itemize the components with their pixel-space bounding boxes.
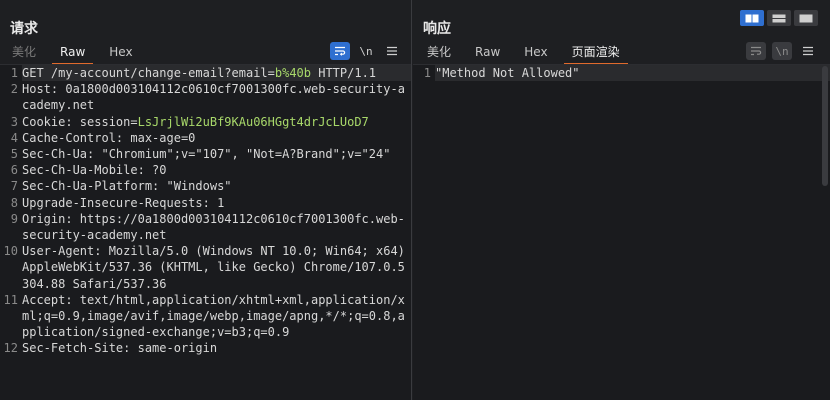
- code-line: 5 Sec-Ch-Ua: "Chromium";v="107", "Not=A?B…: [0, 146, 411, 162]
- code-line: 2 Host: 0a1800d003104112c0610cf7001300fc.…: [0, 81, 411, 113]
- response-tabs: 美化 Raw Hex 页面渲染: [415, 42, 632, 65]
- line-number: 6: [10, 163, 18, 178]
- request-lines: 1 GET /my-account/change-email?email=b%40…: [0, 65, 411, 357]
- code-token: Accept:: [22, 292, 80, 307]
- show-newlines-button[interactable]: \n: [356, 42, 376, 60]
- request-tabs: 美化 Raw Hex: [0, 42, 145, 65]
- code-token: User-Agent: Mozilla/5.0 (Windows NT 10.0…: [22, 244, 405, 291]
- response-scrollbar[interactable]: [822, 66, 828, 186]
- line-text: Sec-Ch-Ua-Mobile: ?0: [22, 162, 411, 178]
- code-line: 1 GET /my-account/change-email?email=b%40…: [0, 65, 411, 82]
- line-text: Accept: text/html,application/xhtml+xml,…: [22, 292, 411, 341]
- response-pane: 响应 美化 Raw Hex 页面渲染 \n 1 "Method Not Allo…: [413, 0, 830, 400]
- tab-hex[interactable]: Hex: [512, 42, 559, 62]
- wrap-lines-icon[interactable]: [330, 42, 350, 60]
- code-line: 11 Accept: text/html,application/xhtml+xm…: [0, 292, 411, 341]
- layout-switch: [740, 10, 818, 26]
- tab-pretty[interactable]: 美化: [415, 42, 463, 62]
- show-newlines-button[interactable]: \n: [772, 42, 792, 60]
- code-token: Origin:: [22, 211, 80, 226]
- stacked-layout-icon[interactable]: [767, 10, 791, 26]
- line-number: 12: [3, 341, 18, 356]
- code-token: Upgrade-Insecure-Requests: 1: [22, 195, 225, 210]
- tab-raw[interactable]: Raw: [48, 42, 97, 65]
- line-number: 10: [3, 244, 18, 259]
- line-text: User-Agent: Mozilla/5.0 (Windows NT 10.0…: [22, 243, 411, 292]
- code-line: 6 Sec-Ch-Ua-Mobile: ?0: [0, 162, 411, 178]
- code-token: Sec-Fetch-Site: same-origin: [22, 341, 218, 356]
- line-text: GET /my-account/change-email?email=b%40b…: [22, 65, 411, 82]
- code-token: 0a1800d003104112c0610cf7001300fc.web-sec…: [22, 82, 405, 113]
- single-pane-layout-icon[interactable]: [794, 10, 818, 26]
- code-line: 1 "Method Not Allowed": [413, 65, 830, 82]
- wrap-lines-icon[interactable]: [746, 42, 766, 60]
- response-lines: 1 "Method Not Allowed": [413, 65, 830, 82]
- highlighted-value: LsJrjlWi2uBf9KAu06HGgt4drJcLUoD7: [137, 114, 369, 129]
- tab-raw[interactable]: Raw: [463, 42, 512, 62]
- code-token: text/html,application/xhtml+xml,applicat…: [22, 292, 405, 340]
- line-text: Sec-Fetch-Site: same-origin: [22, 340, 411, 356]
- line-number: 3: [10, 114, 18, 129]
- line-text: Upgrade-Insecure-Requests: 1: [22, 195, 411, 211]
- code-line: 4 Cache-Control: max-age=0: [0, 130, 411, 146]
- code-token: GET /my-account/change-email?email=: [22, 66, 275, 80]
- code-token: "Method Not Allowed": [435, 66, 580, 80]
- line-number: 8: [10, 195, 18, 210]
- request-tools: \n: [330, 42, 402, 60]
- line-number: 7: [10, 179, 18, 194]
- request-title: 请求: [10, 21, 38, 37]
- side-by-side-layout-icon[interactable]: [740, 10, 764, 26]
- line-text: Cache-Control: max-age=0: [22, 130, 411, 146]
- line-text: Host: 0a1800d003104112c0610cf7001300fc.w…: [22, 81, 411, 113]
- http-message-viewer: 请求 美化 Raw Hex \n 1 GET /my-account/change…: [0, 0, 830, 400]
- request-pane: 请求 美化 Raw Hex \n 1 GET /my-account/change…: [0, 0, 412, 400]
- tab-render[interactable]: 页面渲染: [560, 42, 632, 65]
- line-text: Sec-Ch-Ua: "Chromium";v="107", "Not=A?Br…: [22, 146, 411, 162]
- line-text: "Method Not Allowed": [435, 65, 830, 82]
- code-line: 8 Upgrade-Insecure-Requests: 1: [0, 195, 411, 211]
- tab-hex[interactable]: Hex: [97, 42, 144, 62]
- line-text: Sec-Ch-Ua-Platform: "Windows": [22, 178, 411, 194]
- tab-pretty[interactable]: 美化: [0, 42, 48, 62]
- code-token: Sec-Ch-Ua: "Chromium";v="107", "Not=A?Br…: [22, 147, 391, 162]
- line-number: 5: [10, 147, 18, 162]
- response-title: 响应: [423, 21, 451, 37]
- response-tools: \n: [746, 42, 818, 60]
- code-token: Sec-Ch-Ua-Mobile: ?0: [22, 163, 167, 178]
- hamburger-menu-icon[interactable]: [798, 42, 818, 60]
- line-text: Cookie: session=LsJrjlWi2uBf9KAu06HGgt4d…: [22, 114, 411, 130]
- line-number: 9: [10, 211, 18, 226]
- line-number: 1: [423, 66, 431, 80]
- code-token: Sec-Ch-Ua-Platform: "Windows": [22, 179, 232, 194]
- code-line: 7 Sec-Ch-Ua-Platform: "Windows": [0, 178, 411, 194]
- line-text: Origin: https://0a1800d003104112c0610cf7…: [22, 211, 411, 243]
- code-token: Cache-Control: max-age=0: [22, 130, 196, 145]
- line-number: 2: [10, 82, 18, 97]
- request-editor[interactable]: 1 GET /my-account/change-email?email=b%40…: [0, 64, 411, 400]
- code-line: 3 Cookie: session=LsJrjlWi2uBf9KAu06HGgt4…: [0, 114, 411, 130]
- code-token: Host:: [22, 82, 66, 97]
- code-line: 10 User-Agent: Mozilla/5.0 (Windows NT 10…: [0, 243, 411, 292]
- line-number: 11: [3, 292, 18, 307]
- hamburger-menu-icon[interactable]: [382, 42, 402, 60]
- code-token: https://0a1800d003104112c0610cf7001300fc…: [22, 211, 405, 243]
- response-editor[interactable]: 1 "Method Not Allowed": [413, 64, 830, 400]
- code-token: HTTP/1.1: [311, 66, 377, 80]
- line-number: 4: [10, 130, 18, 145]
- code-line: 12 Sec-Fetch-Site: same-origin: [0, 340, 411, 356]
- line-number: 1: [10, 66, 18, 80]
- code-token: Cookie: session=: [22, 114, 138, 129]
- highlighted-value: b%40b: [274, 66, 311, 80]
- code-line: 9 Origin: https://0a1800d003104112c0610cf…: [0, 211, 411, 243]
